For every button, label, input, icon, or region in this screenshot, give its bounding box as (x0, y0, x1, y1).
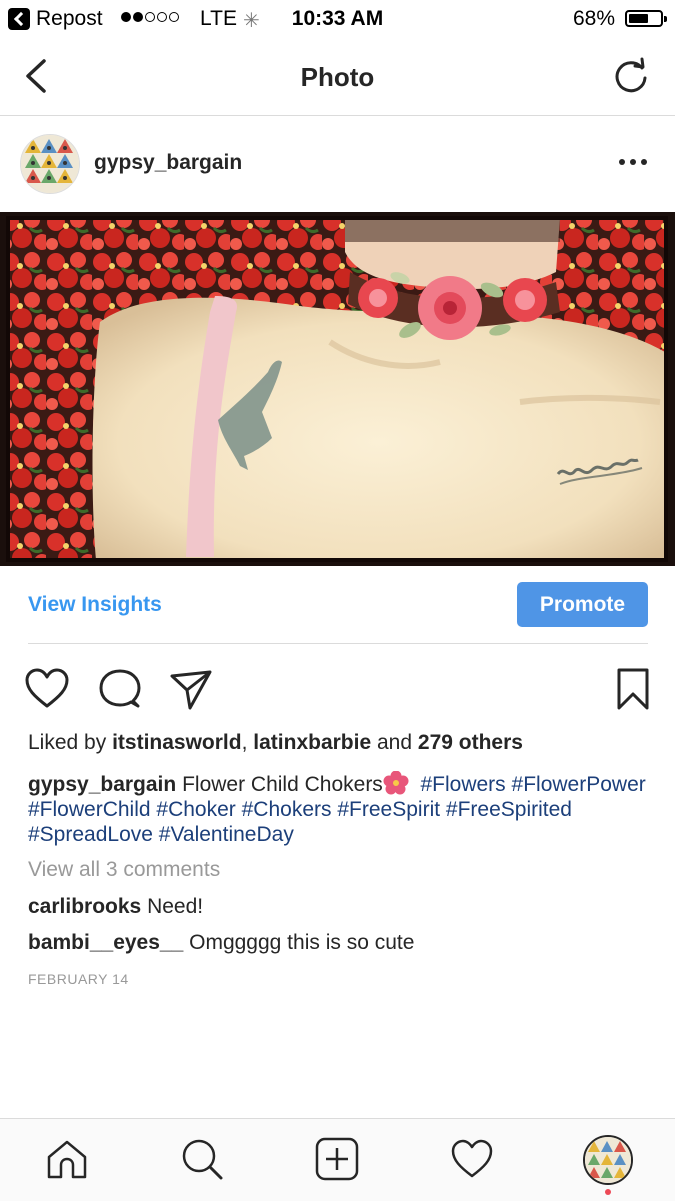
post-date: FEBRUARY 14 (28, 971, 129, 987)
heart-icon[interactable] (24, 666, 70, 712)
comment-username[interactable]: bambi__eyes__ (28, 931, 183, 954)
notification-dot (605, 1189, 611, 1195)
activity-heart-icon[interactable] (450, 1137, 494, 1181)
home-icon[interactable] (45, 1137, 89, 1181)
page-title: Photo (300, 62, 375, 92)
post-header: gypsy_bargain (0, 116, 675, 212)
status-bar: Repost LTE ✳ 10:33 AM 68% (0, 0, 675, 38)
hashtag[interactable]: #Choker (156, 798, 235, 821)
hashtag[interactable]: #FreeSpirit (337, 798, 440, 821)
liker-username[interactable]: latinxbarbie (253, 731, 371, 754)
promote-button[interactable]: Promote (517, 582, 648, 627)
post-username[interactable]: gypsy_bargain (94, 151, 242, 175)
liker-username[interactable]: itstinasworld (112, 731, 242, 754)
tab-bar (0, 1118, 675, 1201)
share-icon[interactable] (168, 666, 214, 712)
hashtag[interactable]: #FlowerChild (28, 798, 151, 821)
likes-line: Liked by itstinasworld, latinxbarbie and… (28, 731, 523, 755)
bookmark-icon[interactable] (610, 666, 656, 712)
hashtag[interactable]: #FlowerPower (512, 773, 646, 796)
search-icon[interactable] (180, 1137, 224, 1181)
likes-and: and (377, 731, 413, 754)
avatar[interactable] (20, 134, 80, 194)
hashtag[interactable]: #FreeSpirited (446, 798, 572, 821)
battery-icon (625, 10, 667, 27)
hashtag[interactable]: #Flowers (420, 773, 505, 796)
hashtag[interactable]: #SpreadLove (28, 823, 153, 846)
likes-separator: , (241, 731, 248, 754)
more-dots-icon[interactable] (613, 152, 653, 172)
post-actions (0, 660, 675, 720)
refresh-icon[interactable] (611, 56, 651, 96)
insights-row: View Insights Promote (0, 566, 675, 644)
post-caption: gypsy_bargain Flower Child Chokers #Flow… (28, 771, 648, 847)
hibiscus-emoji-icon (383, 771, 409, 795)
comment-text: Need! (147, 895, 204, 918)
comment-username[interactable]: carlibrooks (28, 895, 141, 918)
caption-text: Flower Child Chokers (182, 773, 383, 796)
view-all-comments-link[interactable]: View all 3 comments (28, 858, 220, 882)
view-insights-link[interactable]: View Insights (28, 593, 162, 617)
caption-username[interactable]: gypsy_bargain (28, 773, 176, 796)
profile-avatar-icon[interactable] (583, 1135, 633, 1185)
likes-others-link[interactable]: 279 others (418, 731, 523, 754)
post-photo[interactable] (0, 212, 675, 566)
comment: bambi__eyes__ Omggggg this is so cute (28, 931, 414, 955)
likes-prefix: Liked by (28, 731, 107, 754)
divider (28, 643, 648, 644)
hashtag[interactable]: #ValentineDay (159, 823, 294, 846)
comment: carlibrooks Need! (28, 895, 203, 919)
add-post-icon[interactable] (315, 1137, 359, 1181)
comment-icon[interactable] (97, 666, 143, 712)
battery-percent: 68% (572, 7, 615, 30)
hashtag[interactable]: #Chokers (242, 798, 332, 821)
comment-text: Omggggg this is so cute (189, 931, 415, 954)
nav-bar: Photo (0, 38, 675, 116)
